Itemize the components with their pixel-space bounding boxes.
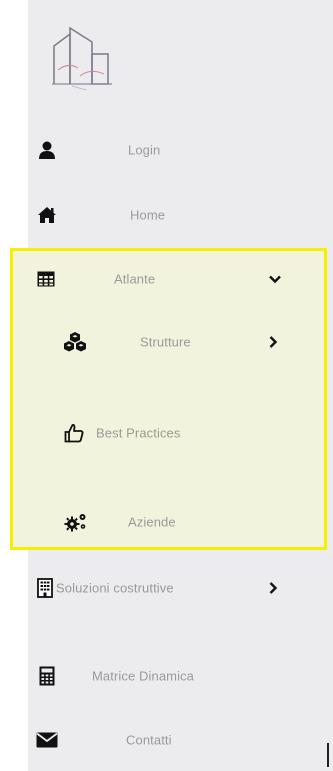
sidebar-item-login[interactable]: Login	[0, 130, 305, 170]
sidebar-item-label: Strutture	[140, 334, 191, 350]
sidebar-item-label: Login	[128, 142, 161, 158]
user-icon	[37, 140, 57, 160]
sidebar-item-label: Atlante	[114, 271, 156, 287]
sidebar-item-home[interactable]: Home	[0, 195, 305, 235]
home-icon	[37, 205, 57, 225]
logo[interactable]	[52, 24, 114, 92]
sidebar-item-label: Best Practices	[96, 425, 181, 441]
sidebar-item-matrice-dinamica[interactable]: Matrice Dinamica	[0, 656, 305, 696]
chevron-right-icon	[266, 581, 280, 595]
sidebar-item-label: Home	[130, 207, 166, 223]
envelope-icon	[36, 730, 58, 750]
sidebar-item-best-practices[interactable]: Best Practices	[0, 413, 305, 453]
cubes-icon	[62, 332, 88, 352]
table-grid-icon	[36, 269, 56, 289]
text-cursor	[327, 743, 329, 767]
calculator-icon	[37, 666, 57, 686]
sidebar-item-strutture[interactable]: Strutture	[0, 322, 305, 362]
chevron-right-icon	[266, 335, 280, 349]
sidebar-item-soluzioni-costruttive[interactable]: Soluzioni costruttive	[0, 568, 305, 608]
gears-icon	[64, 512, 88, 532]
sidebar-item-atlante[interactable]: Atlante	[0, 259, 305, 299]
sidebar-item-label: Soluzioni costruttive	[56, 580, 174, 596]
sidebar-item-label: Matrice Dinamica	[92, 668, 195, 684]
sidebar-item-label: Contatti	[126, 732, 172, 748]
sidebar-item-contatti[interactable]: Contatti	[0, 720, 305, 760]
thumbs-up-icon	[64, 423, 84, 443]
chevron-down-icon	[268, 272, 282, 286]
building-icon	[35, 578, 55, 598]
sidebar-item-label: Aziende	[128, 514, 176, 530]
sidebar-item-aziende[interactable]: Aziende	[0, 502, 305, 542]
